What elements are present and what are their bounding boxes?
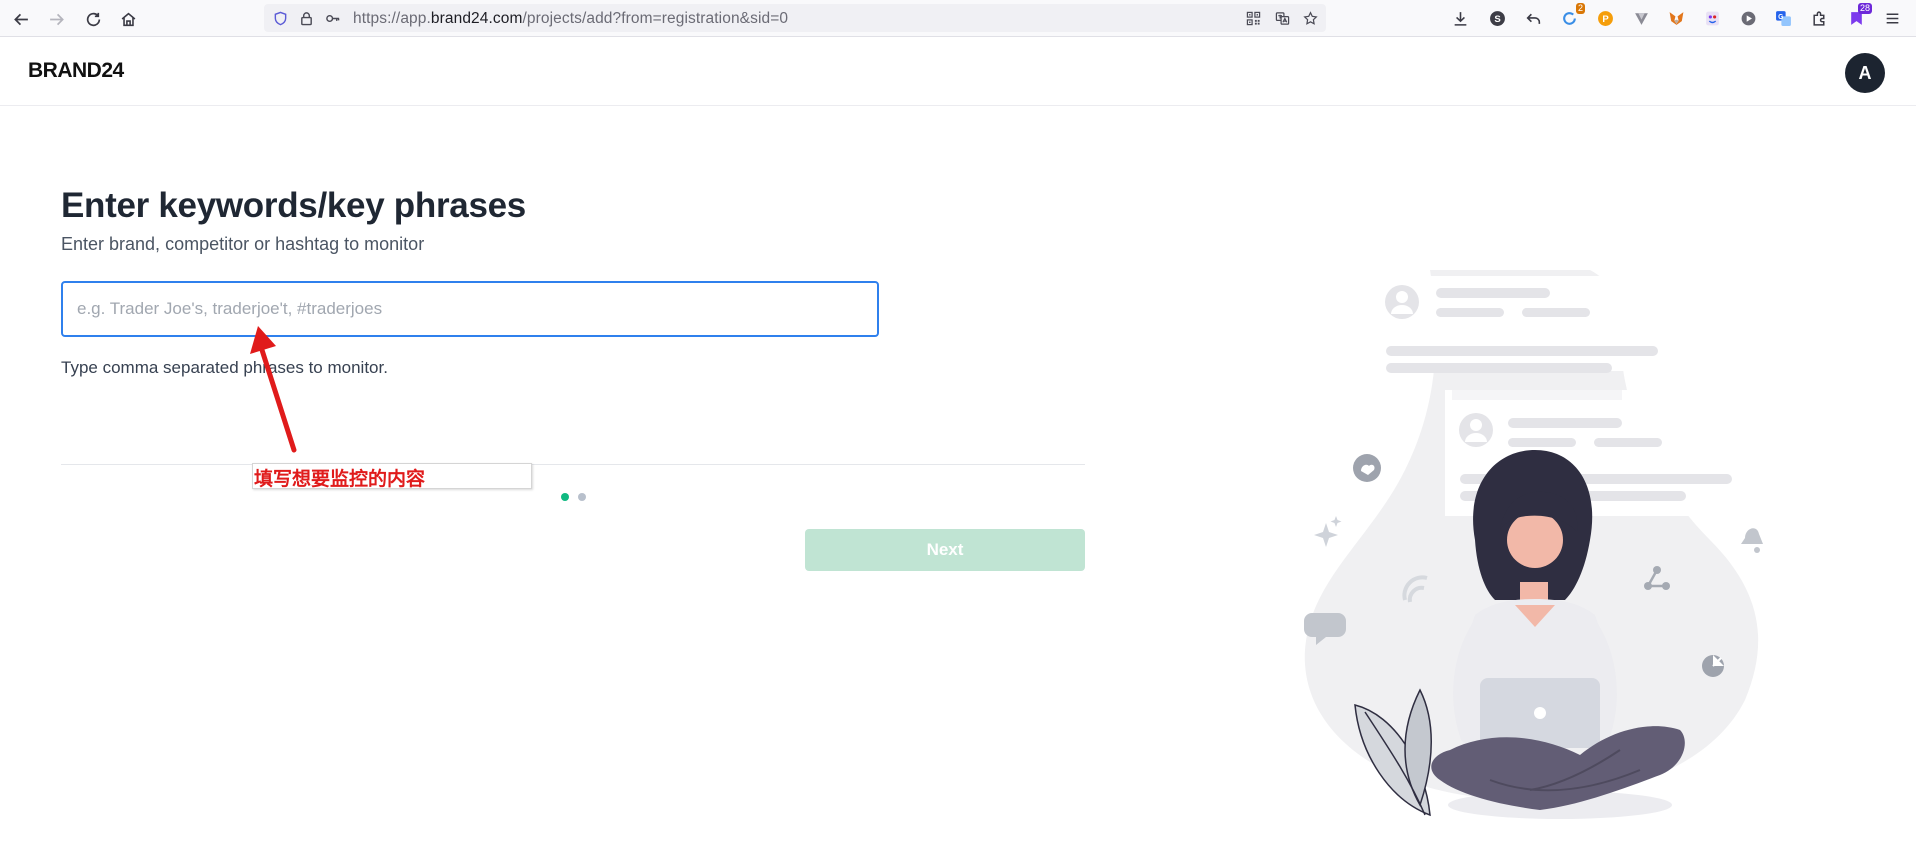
forward-icon[interactable] bbox=[44, 7, 68, 31]
step-dot-inactive bbox=[578, 493, 586, 501]
svg-text:G: G bbox=[1778, 13, 1783, 20]
page-title: Enter keywords/key phrases bbox=[61, 186, 526, 225]
undo-icon[interactable] bbox=[1523, 8, 1543, 28]
menu-icon[interactable] bbox=[1882, 8, 1902, 28]
user-avatar[interactable]: A bbox=[1845, 53, 1885, 93]
character-extension-icon[interactable] bbox=[1702, 8, 1722, 28]
input-hint: Type comma separated phrases to monitor. bbox=[61, 358, 388, 377]
metamask-fox-icon[interactable] bbox=[1666, 8, 1686, 28]
star-icon[interactable] bbox=[1301, 9, 1319, 27]
shield-icon[interactable] bbox=[271, 9, 289, 27]
qr-code-icon[interactable] bbox=[1244, 9, 1262, 27]
reload-icon[interactable] bbox=[81, 7, 105, 31]
page-subtitle: Enter brand, competitor or hashtag to mo… bbox=[61, 234, 425, 254]
download-icon[interactable] bbox=[1450, 8, 1470, 28]
svg-text:S: S bbox=[1494, 14, 1500, 25]
annotation-text: 填写想要监控的内容 bbox=[254, 468, 426, 490]
notification-badge: 2 bbox=[1575, 3, 1585, 14]
s-extension-icon[interactable]: S bbox=[1487, 8, 1507, 28]
bookmark-badge: 28 bbox=[1857, 3, 1872, 14]
address-bar[interactable]: https://app.brand24.com/projects/add?fro… bbox=[264, 4, 1326, 32]
annotation-arrow-icon bbox=[250, 326, 297, 453]
keywords-input[interactable] bbox=[61, 281, 879, 337]
next-button[interactable]: Next bbox=[805, 529, 1085, 571]
url-text: https://app.brand24.com/projects/add?fro… bbox=[353, 10, 789, 27]
lock-icon[interactable] bbox=[297, 9, 315, 27]
person-laptop-illustration bbox=[1304, 270, 1763, 819]
vee-extension-icon[interactable] bbox=[1631, 8, 1651, 28]
app-header: BRAND24 A bbox=[0, 37, 1916, 106]
home-icon[interactable] bbox=[116, 7, 140, 31]
svg-text:P: P bbox=[1602, 14, 1609, 25]
key-icon[interactable] bbox=[323, 9, 341, 27]
browser-toolbar: https://app.brand24.com/projects/add?fro… bbox=[0, 0, 1916, 37]
bookmark-extension-icon[interactable]: 28 bbox=[1846, 3, 1872, 28]
translator-extension-icon[interactable]: G bbox=[1773, 8, 1793, 28]
back-icon[interactable] bbox=[9, 7, 33, 31]
sync-extension-icon[interactable]: 2 bbox=[1559, 3, 1585, 28]
brand-logo[interactable]: BRAND24 bbox=[28, 59, 124, 83]
extensions-puzzle-icon[interactable] bbox=[1809, 8, 1829, 28]
translate-icon[interactable] bbox=[1273, 9, 1291, 27]
form-divider bbox=[61, 464, 1085, 465]
play-extension-icon[interactable] bbox=[1738, 8, 1758, 28]
step-dot-active bbox=[561, 493, 569, 501]
p-extension-icon[interactable]: P bbox=[1595, 8, 1615, 28]
